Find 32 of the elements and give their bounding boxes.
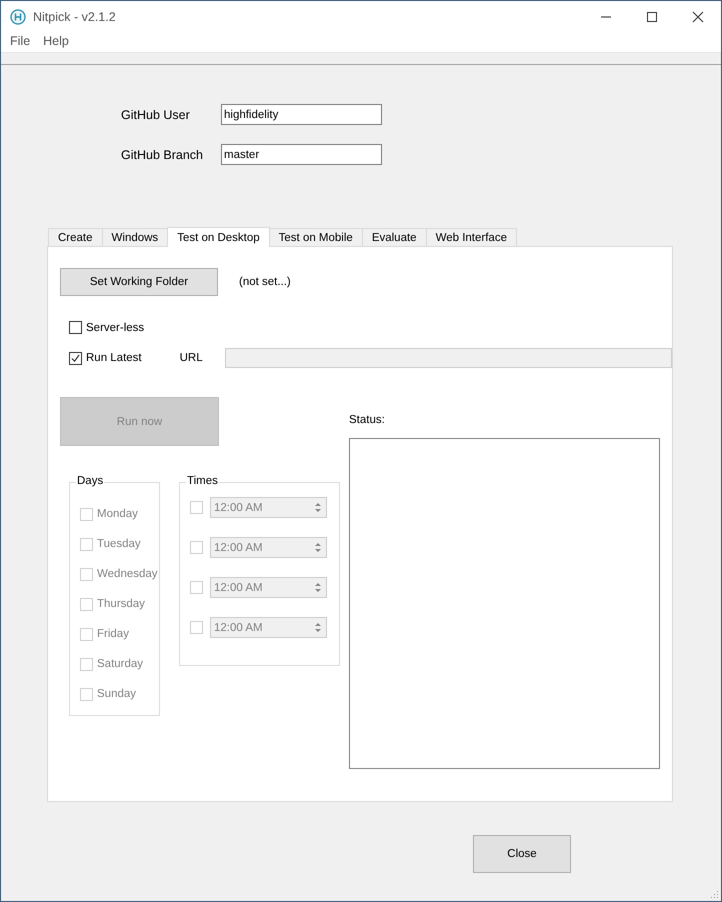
tab[interactable]: Test on Desktop <box>167 227 270 247</box>
field-label: URL <box>180 352 203 364</box>
menu-item[interactable]: File <box>5 32 36 52</box>
checkbox[interactable] <box>69 321 82 334</box>
folder-path: (not set...) <box>239 276 291 288</box>
checkbox-label: Run Latest <box>86 352 142 364</box>
resize-grip-icon[interactable] <box>709 889 719 899</box>
checkbox-label: Server-less <box>86 322 144 334</box>
maximize-icon[interactable] <box>646 10 658 22</box>
close-button[interactable]: Close <box>473 835 571 873</box>
checkbox-label: Friday <box>97 628 129 640</box>
menu-item[interactable]: Help <box>38 32 74 52</box>
app-icon <box>10 8 26 24</box>
checkbox-label: Saturday <box>97 658 144 670</box>
group-title: Times <box>186 475 219 487</box>
checkbox-label: Wednesday <box>97 568 158 580</box>
set-folder-button[interactable]: Set Working Folder <box>60 268 218 296</box>
checkbox-label: Monday <box>97 508 138 520</box>
checkbox-label: Sunday <box>97 688 136 700</box>
tab[interactable]: Web Interface <box>426 228 517 246</box>
input-field[interactable]: master <box>221 144 382 165</box>
field-label: GitHub Branch <box>121 148 204 162</box>
input-field[interactable]: highfidelity <box>221 104 382 125</box>
field-label: GitHub User <box>121 108 191 122</box>
tab[interactable]: Create <box>48 228 103 246</box>
checkbox[interactable] <box>69 352 82 364</box>
group-title: Days <box>76 475 104 487</box>
checkbox-label: Tuesday <box>97 538 141 550</box>
window-title: Nitpick - v2.1.2 <box>33 10 116 24</box>
close-icon[interactable] <box>692 10 704 22</box>
checkbox-label: Thursday <box>97 598 145 610</box>
status-label: Status: <box>349 414 386 426</box>
